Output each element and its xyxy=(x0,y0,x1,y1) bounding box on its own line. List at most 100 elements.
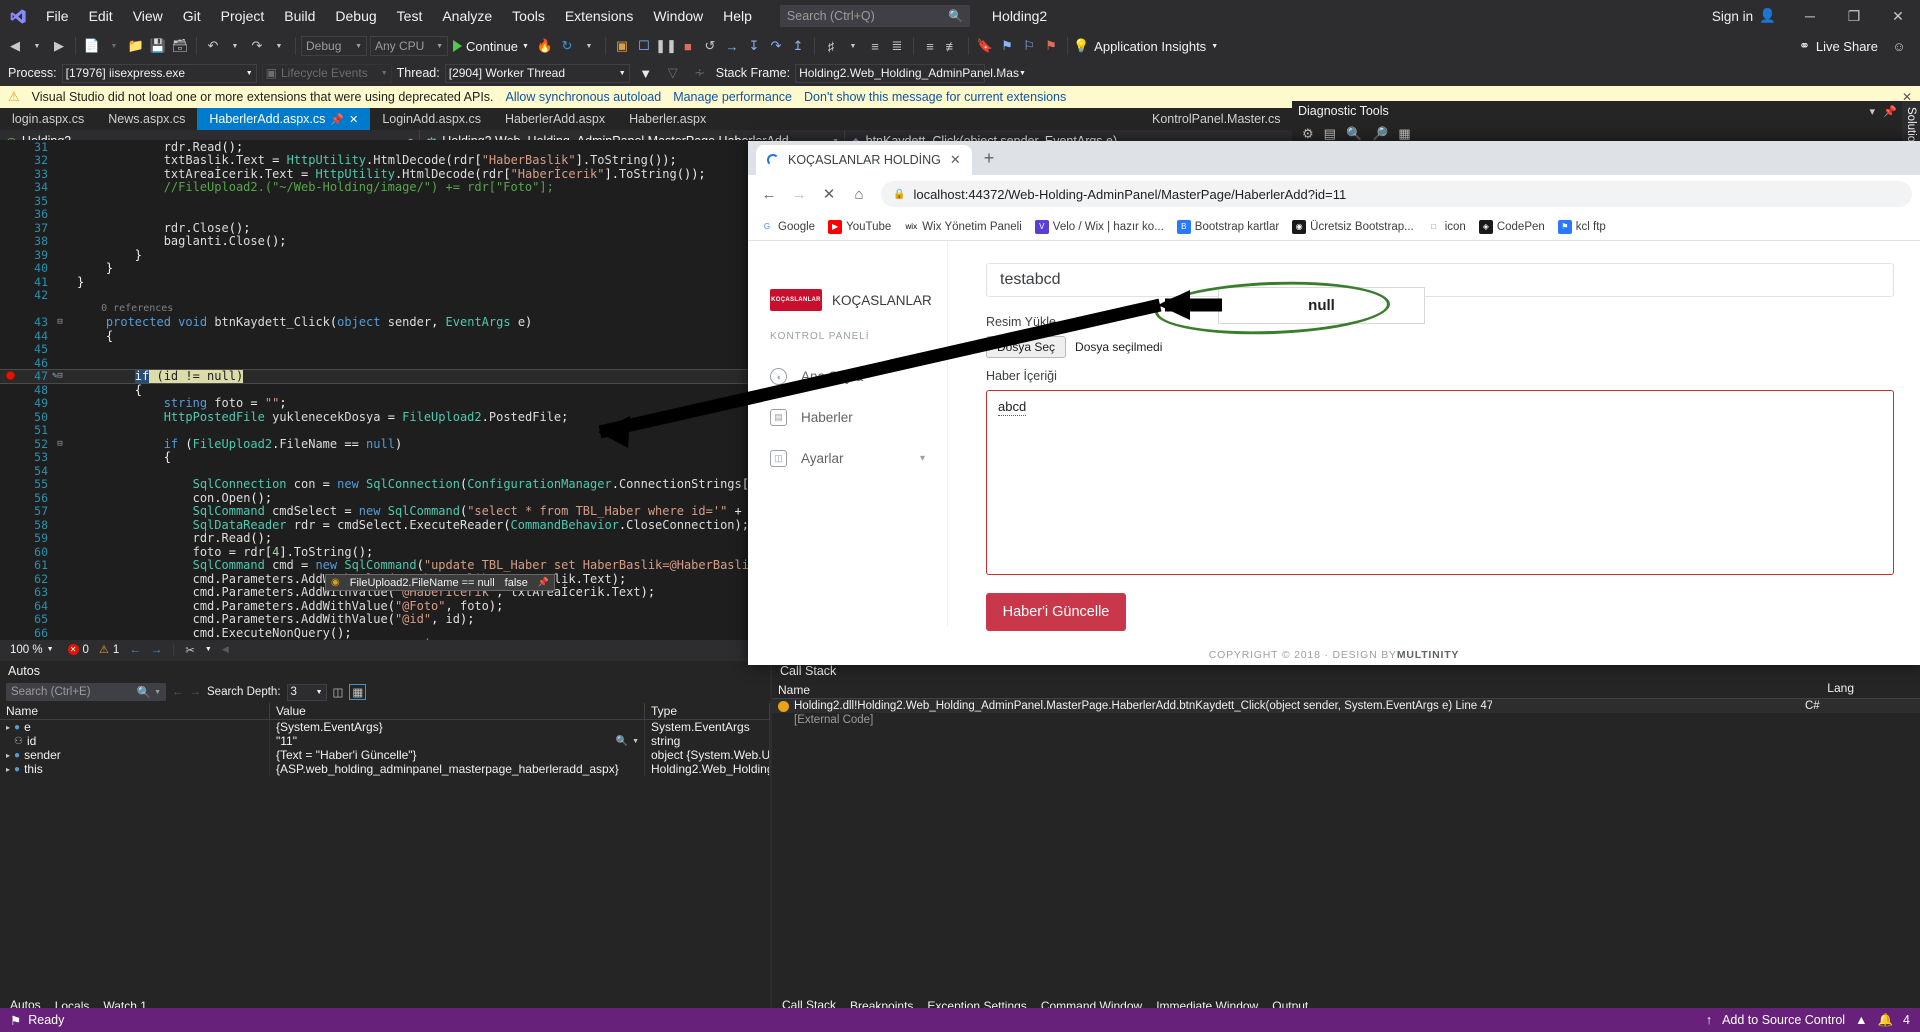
code-line-34[interactable]: 34 //FileUpload2.("~/Web-Holding/image/"… xyxy=(0,180,770,194)
restart-dropdown-icon[interactable]: ▼ xyxy=(578,34,600,58)
comment-icon[interactable]: ≡ xyxy=(919,34,941,58)
attach-process-icon[interactable]: ▣ xyxy=(611,34,633,58)
menu-view[interactable]: View xyxy=(123,0,173,32)
menu-debug[interactable]: Debug xyxy=(325,0,386,32)
zoom-out-icon[interactable]: 🔎 xyxy=(1372,126,1388,142)
filter-icon[interactable]: ◫ xyxy=(333,685,344,699)
haber-title-input[interactable]: testabcd xyxy=(986,263,1894,297)
tab-news-aspx-cs[interactable]: News.aspx.cs xyxy=(96,108,198,130)
expand-chevron-icon[interactable]: ▸ xyxy=(6,751,10,760)
editor-scroll-left-icon[interactable]: ◀ xyxy=(222,644,229,655)
code-line-32[interactable]: 32 txtBaslik.Text = HttpUtility.HtmlDeco… xyxy=(0,153,770,167)
autos-row[interactable]: ▸ ● sender {Text = "Haber'i Güncelle"} objec… xyxy=(0,748,770,762)
bookmark-item[interactable]: □ icon xyxy=(1426,219,1466,234)
solution-config-dropdown[interactable]: Debug ▼ xyxy=(301,36,367,56)
menu-build[interactable]: Build xyxy=(274,0,325,32)
call-stack-row[interactable]: [External Code] xyxy=(772,713,1920,727)
bookmark-item[interactable]: G Google xyxy=(760,219,815,234)
menu-extensions[interactable]: Extensions xyxy=(555,0,643,32)
hot-reload-icon[interactable]: 🔥 xyxy=(534,34,556,58)
add-to-source-control-button[interactable]: Add to Source Control xyxy=(1722,1013,1845,1027)
code-line-43[interactable]: 43 ⊟ protected void btnKaydett_Click(obje… xyxy=(0,315,770,329)
application-insights-button[interactable]: 💡 Application Insights ▼ xyxy=(1073,38,1218,54)
stop-icon[interactable]: ■ xyxy=(677,34,699,58)
maximize-button[interactable]: ❐ xyxy=(1832,0,1876,32)
select-tools-icon[interactable]: ▤ xyxy=(1324,126,1336,142)
live-share-button[interactable]: ⚭ Live Share xyxy=(1799,38,1878,54)
hash-icon[interactable]: ♯ xyxy=(820,34,842,58)
flag-outline-icon[interactable]: ▽ xyxy=(662,61,684,85)
settings-gear-icon[interactable]: ⚙ xyxy=(1302,126,1314,142)
navigate-backward-dropdown-icon[interactable]: ▼ xyxy=(26,34,48,58)
tab-haberleradd-aspx-cs[interactable]: HaberlerAdd.aspx.cs 📌 ✕ xyxy=(197,108,371,130)
save-icon[interactable]: 💾 xyxy=(147,34,169,58)
code-line-56[interactable]: 56 con.Open(); xyxy=(0,491,770,505)
allow-synchronous-autoload-link[interactable]: Allow synchronous autoload xyxy=(506,90,662,104)
code-line-31[interactable]: 31 rdr.Read(); xyxy=(0,140,770,154)
toolbar-overflow-icon[interactable]: ▼ xyxy=(990,61,1012,85)
code-line-59[interactable]: 59 rdr.Read(); xyxy=(0,531,770,545)
manage-performance-link[interactable]: Manage performance xyxy=(673,90,792,104)
autos-row[interactable]: ▸⚇id "11" 🔍 ▼ string xyxy=(0,734,770,748)
code-line-58[interactable]: 58 SqlDataReader rdr = cmdSelect.Execute… xyxy=(0,518,770,532)
search-next-icon[interactable]: → xyxy=(190,686,202,698)
restart-icon[interactable]: ↻ xyxy=(556,34,578,58)
autos-search-input[interactable]: Search (Ctrl+E) 🔍 ▼ xyxy=(6,683,166,701)
autos-row[interactable]: ▸ ● this {ASP.web_holding_adminpanel_master… xyxy=(0,762,770,776)
bookmark-item[interactable]: ⚑ kcl ftp xyxy=(1557,219,1606,234)
quick-launch-search[interactable]: Search (Ctrl+Q) 🔍 xyxy=(779,5,970,27)
reset-view-icon[interactable]: ▦ xyxy=(1398,126,1410,142)
bookmark-item[interactable]: ▶ YouTube xyxy=(828,219,891,234)
minimize-button[interactable]: ─ xyxy=(1788,0,1832,32)
lifecycle-events-dropdown[interactable]: ▣ Lifecycle Events ▼ xyxy=(261,63,392,83)
hex-display-icon[interactable]: ▦ xyxy=(349,684,367,700)
redo-icon[interactable]: ↷ xyxy=(246,34,268,58)
bookmark-item[interactable]: wix Wix Yönetim Paneli xyxy=(904,219,1022,234)
chrome-browser-window[interactable]: KOÇASLANLAR HOLDİNG ✕ + ← → ✕ ⌂ 🔒 localh… xyxy=(748,141,1920,665)
code-editor[interactable]: 31 rdr.Read(); 32 txtBaslik.Text = HttpUt… xyxy=(0,140,770,659)
code-line-35[interactable]: 35 xyxy=(0,194,770,208)
bookmark-item[interactable]: ◈ CodePen xyxy=(1478,219,1545,234)
sign-in-button[interactable]: Sign in 👤 xyxy=(1700,8,1788,24)
menu-edit[interactable]: Edit xyxy=(79,0,123,32)
menu-tools[interactable]: Tools xyxy=(502,0,555,32)
chevron-down-icon[interactable]: ▼ xyxy=(632,738,639,745)
code-cleanup-icon[interactable]: ✂ xyxy=(185,643,195,657)
restart-debug-icon[interactable]: ↺ xyxy=(699,34,721,58)
chevron-up-icon[interactable]: ▲ xyxy=(1855,1013,1867,1027)
undo-icon[interactable]: ↶ xyxy=(202,34,224,58)
new-tab-button[interactable]: + xyxy=(984,148,995,169)
code-line-42[interactable]: 42 xyxy=(0,288,770,302)
code-line-60[interactable]: 60 foto = rdr[4].ToString(); xyxy=(0,545,770,559)
clear-bookmarks-icon[interactable]: ⚑ xyxy=(1040,34,1062,58)
prev-bookmark-icon[interactable]: ⚐ xyxy=(1018,34,1040,58)
hash-dropdown-icon[interactable]: ▼ xyxy=(842,34,864,58)
autos-row[interactable]: ▸ ● e {System.EventArgs} System.EventArgs xyxy=(0,720,770,734)
open-file-icon[interactable]: 📁 xyxy=(125,34,147,58)
code-line-50[interactable]: 50 HttpPostedFile yuklenecekDosya = File… xyxy=(0,410,770,424)
update-haber-button[interactable]: Haber'i Güncelle xyxy=(986,593,1126,631)
debugger-datatip[interactable]: ◉ FileUpload2.FileName == null false 📌 xyxy=(325,574,556,591)
close-icon[interactable]: ✕ xyxy=(349,113,358,126)
bookmark-item[interactable]: ◉ Ücretsiz Bootstrap... xyxy=(1292,219,1414,234)
code-line-33[interactable]: 33 txtAreaİcerik.Text = HttpUtility.Html… xyxy=(0,167,770,181)
code-line-47[interactable]: 47 ⊟ ✎ if (id != null) xyxy=(0,368,770,384)
thread-filter-icon[interactable]: ∻ xyxy=(689,61,711,85)
autos-cell-value[interactable]: "11" 🔍 ▼ xyxy=(270,734,645,748)
fold-glyph[interactable]: ⊟ xyxy=(54,439,66,449)
menu-project[interactable]: Project xyxy=(211,0,275,32)
solution-platform-dropdown[interactable]: Any CPU ▼ xyxy=(370,36,448,56)
sidebar-item-ayarlar[interactable]: ◫ Ayarlar ▾ xyxy=(748,438,947,479)
string-visualizer-icon[interactable]: 🔍 xyxy=(616,736,628,747)
sidebar-item-haberler[interactable]: ▤ Haberler xyxy=(748,397,947,438)
expand-chevron-icon[interactable]: ▸ xyxy=(6,723,10,732)
warning-count[interactable]: ⚠ 1 xyxy=(99,643,119,657)
menu-window[interactable]: Window xyxy=(643,0,713,32)
menu-file[interactable]: File xyxy=(36,0,79,32)
tab-haberleradd-aspx[interactable]: HaberlerAdd.aspx xyxy=(493,108,618,130)
code-line-66[interactable]: 66 cmd.ExecuteNonQuery(); xyxy=(0,626,770,640)
bookmark-icon[interactable]: 🔖 xyxy=(974,34,996,58)
browser-tab[interactable]: KOÇASLANLAR HOLDİNG ✕ xyxy=(756,145,972,175)
previous-error-icon[interactable]: ← xyxy=(129,644,141,656)
code-line-51[interactable]: 51 xyxy=(0,423,770,437)
